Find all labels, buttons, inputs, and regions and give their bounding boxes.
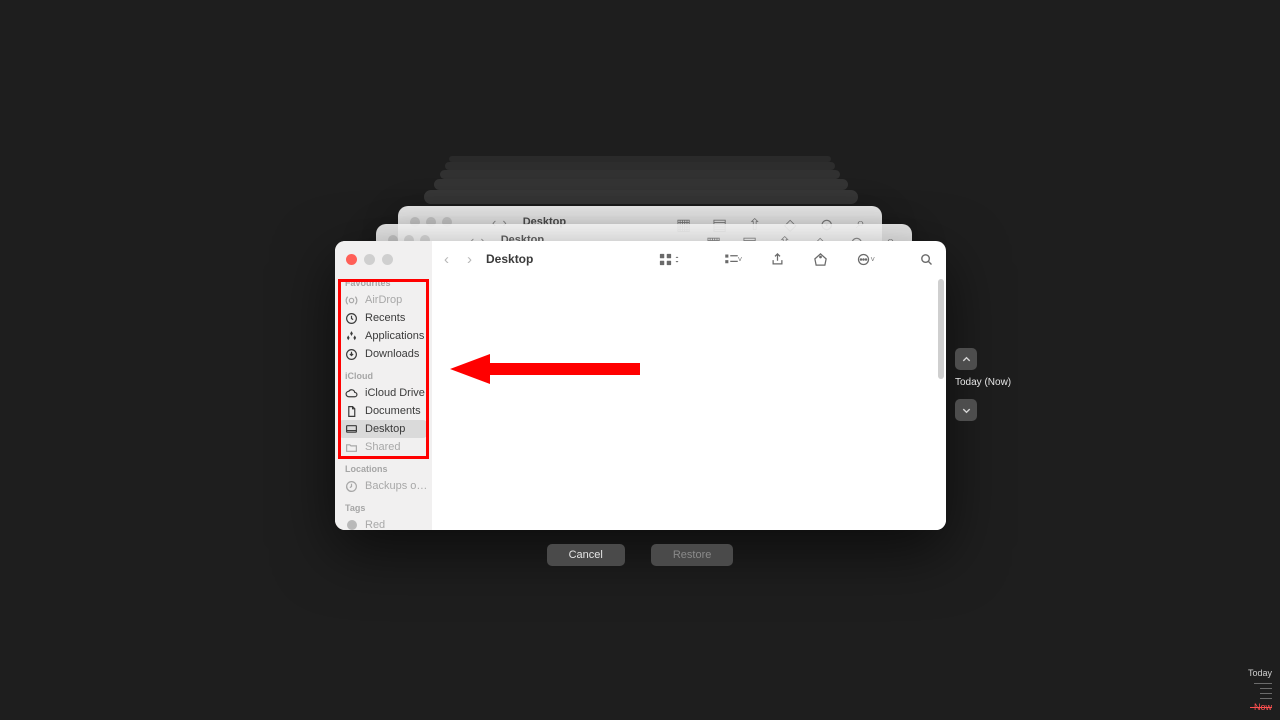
- sidebar-section-locations: Locations: [335, 462, 431, 477]
- time-machine-timeline[interactable]: Today Now: [1222, 668, 1272, 712]
- edit-tags-button[interactable]: [813, 252, 828, 267]
- sidebar-item-label: iCloud Drive: [365, 387, 425, 399]
- document-icon: [345, 405, 358, 418]
- sidebar-item-tag-red[interactable]: Red: [335, 516, 431, 530]
- time-machine-icon: [345, 480, 358, 493]
- sidebar-section-icloud: iCloud: [335, 369, 431, 384]
- close-window-button[interactable]: [346, 254, 357, 265]
- timeline-ticks: [1246, 679, 1272, 708]
- time-machine-next-button[interactable]: [955, 399, 977, 421]
- time-machine-ghost: [434, 179, 848, 190]
- finder-window: Favourites AirDrop Recents Applications …: [335, 241, 946, 530]
- finder-content-area[interactable]: [432, 277, 946, 530]
- window-controls: [335, 241, 431, 277]
- sidebar-section-tags: Tags: [335, 501, 431, 516]
- sidebar-item-airdrop[interactable]: AirDrop: [335, 291, 431, 309]
- sidebar-item-downloads[interactable]: Downloads: [335, 345, 431, 363]
- sidebar-item-label: Applications: [365, 330, 424, 342]
- sidebar-item-label: Shared: [365, 441, 400, 453]
- desktop-icon: [345, 423, 358, 436]
- zoom-window-button[interactable]: [382, 254, 393, 265]
- sidebar-item-label: Backups o…: [365, 480, 427, 492]
- time-machine-buttons: Cancel Restore: [0, 544, 1280, 566]
- clock-icon: [345, 312, 358, 325]
- restore-button[interactable]: Restore: [651, 544, 734, 566]
- sidebar-item-label: Desktop: [365, 423, 405, 435]
- finder-main: ‹ › Desktop ˅: [432, 241, 946, 530]
- sidebar-section-favourites: Favourites: [335, 276, 431, 291]
- sidebar-item-recents[interactable]: Recents: [335, 309, 431, 327]
- time-machine-snapshot-label: Today (Now): [955, 377, 1011, 388]
- tag-red-icon: [345, 519, 358, 531]
- sidebar-item-shared[interactable]: Shared: [335, 438, 431, 456]
- downloads-icon: [345, 348, 358, 361]
- time-machine-ghost: [424, 190, 858, 204]
- action-menu-button[interactable]: ˅: [856, 252, 875, 267]
- sidebar-item-label: Documents: [365, 405, 421, 417]
- cancel-button[interactable]: Cancel: [547, 544, 625, 566]
- sidebar-item-backups[interactable]: Backups o…: [335, 477, 431, 495]
- shared-folder-icon: [345, 441, 358, 454]
- sidebar-item-applications[interactable]: Applications: [335, 327, 431, 345]
- sidebar-item-label: Recents: [365, 312, 405, 324]
- minimize-window-button[interactable]: [364, 254, 375, 265]
- view-mode-button[interactable]: [658, 252, 680, 267]
- sidebar-item-label: Red: [365, 519, 385, 530]
- forward-button[interactable]: ›: [467, 251, 472, 268]
- sidebar-item-label: Downloads: [365, 348, 419, 360]
- share-button[interactable]: [770, 252, 785, 267]
- sidebar-item-documents[interactable]: Documents: [335, 402, 431, 420]
- cloud-icon: [345, 387, 358, 400]
- finder-sidebar: Favourites AirDrop Recents Applications …: [335, 241, 432, 530]
- window-title: Desktop: [486, 252, 533, 266]
- group-by-button[interactable]: ˅: [724, 252, 743, 267]
- sidebar-item-label: AirDrop: [365, 294, 402, 306]
- time-machine-ghost: [445, 162, 835, 170]
- search-button[interactable]: [919, 252, 934, 267]
- scrollbar-thumb[interactable]: [938, 279, 944, 379]
- time-machine-ghost: [440, 170, 840, 179]
- time-machine-nav: Today (Now): [955, 348, 1011, 421]
- back-button[interactable]: ‹: [444, 251, 449, 268]
- time-machine-previous-button[interactable]: [955, 348, 977, 370]
- timeline-label-today: Today: [1222, 668, 1272, 678]
- finder-toolbar: ‹ › Desktop ˅: [432, 241, 946, 277]
- airdrop-icon: [345, 294, 358, 307]
- sidebar-item-icloud-drive[interactable]: iCloud Drive: [335, 384, 431, 402]
- applications-icon: [345, 330, 358, 343]
- sidebar-item-desktop[interactable]: Desktop: [339, 420, 427, 438]
